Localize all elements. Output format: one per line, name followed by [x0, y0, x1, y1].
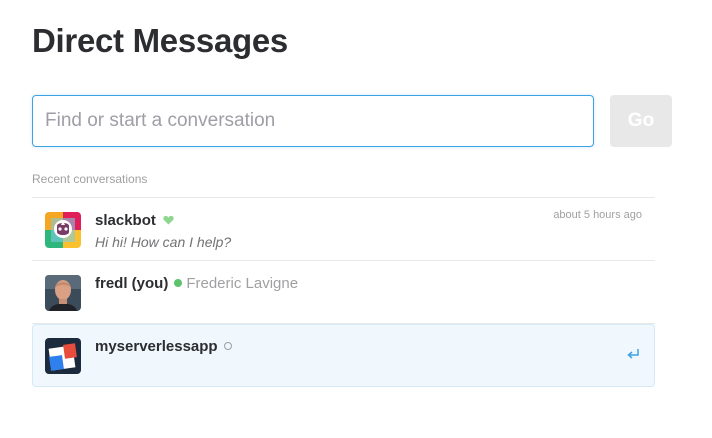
conversation-row-slackbot[interactable]: slackbot Hi hi! How can I help? about 5 …: [32, 198, 655, 261]
conversation-list: slackbot Hi hi! How can I help? about 5 …: [32, 197, 655, 387]
conversation-name-line: myserverlessapp: [95, 338, 232, 355]
conversation-name-line: fredl (you) Frederic Lavigne: [95, 275, 298, 292]
presence-active-icon: [174, 279, 183, 287]
page-title: Direct Messages: [32, 22, 288, 59]
conversation-preview: Hi hi! How can I help?: [95, 234, 232, 250]
real-name: Frederic Lavigne: [186, 275, 299, 292]
heart-icon: [163, 215, 174, 225]
app-avatar: [45, 338, 81, 374]
conversation-name: fredl (you): [95, 275, 169, 292]
presence-away-icon: [223, 342, 232, 350]
user-photo-avatar: [45, 275, 81, 311]
slackbot-avatar: [45, 212, 81, 248]
recent-conversations-label: Recent conversations: [32, 172, 148, 186]
conversation-name-line: slackbot: [95, 212, 174, 229]
search-input[interactable]: [32, 95, 594, 147]
conversation-row-fredl[interactable]: fredl (you) Frederic Lavigne: [32, 261, 655, 324]
conversation-name: slackbot: [95, 212, 156, 229]
conversation-name: myserverlessapp: [95, 338, 218, 355]
enter-icon[interactable]: [626, 347, 640, 361]
conversation-row-myserverlessapp[interactable]: myserverlessapp: [32, 324, 655, 387]
conversation-timestamp: about 5 hours ago: [553, 209, 642, 221]
go-button[interactable]: Go: [610, 95, 672, 147]
